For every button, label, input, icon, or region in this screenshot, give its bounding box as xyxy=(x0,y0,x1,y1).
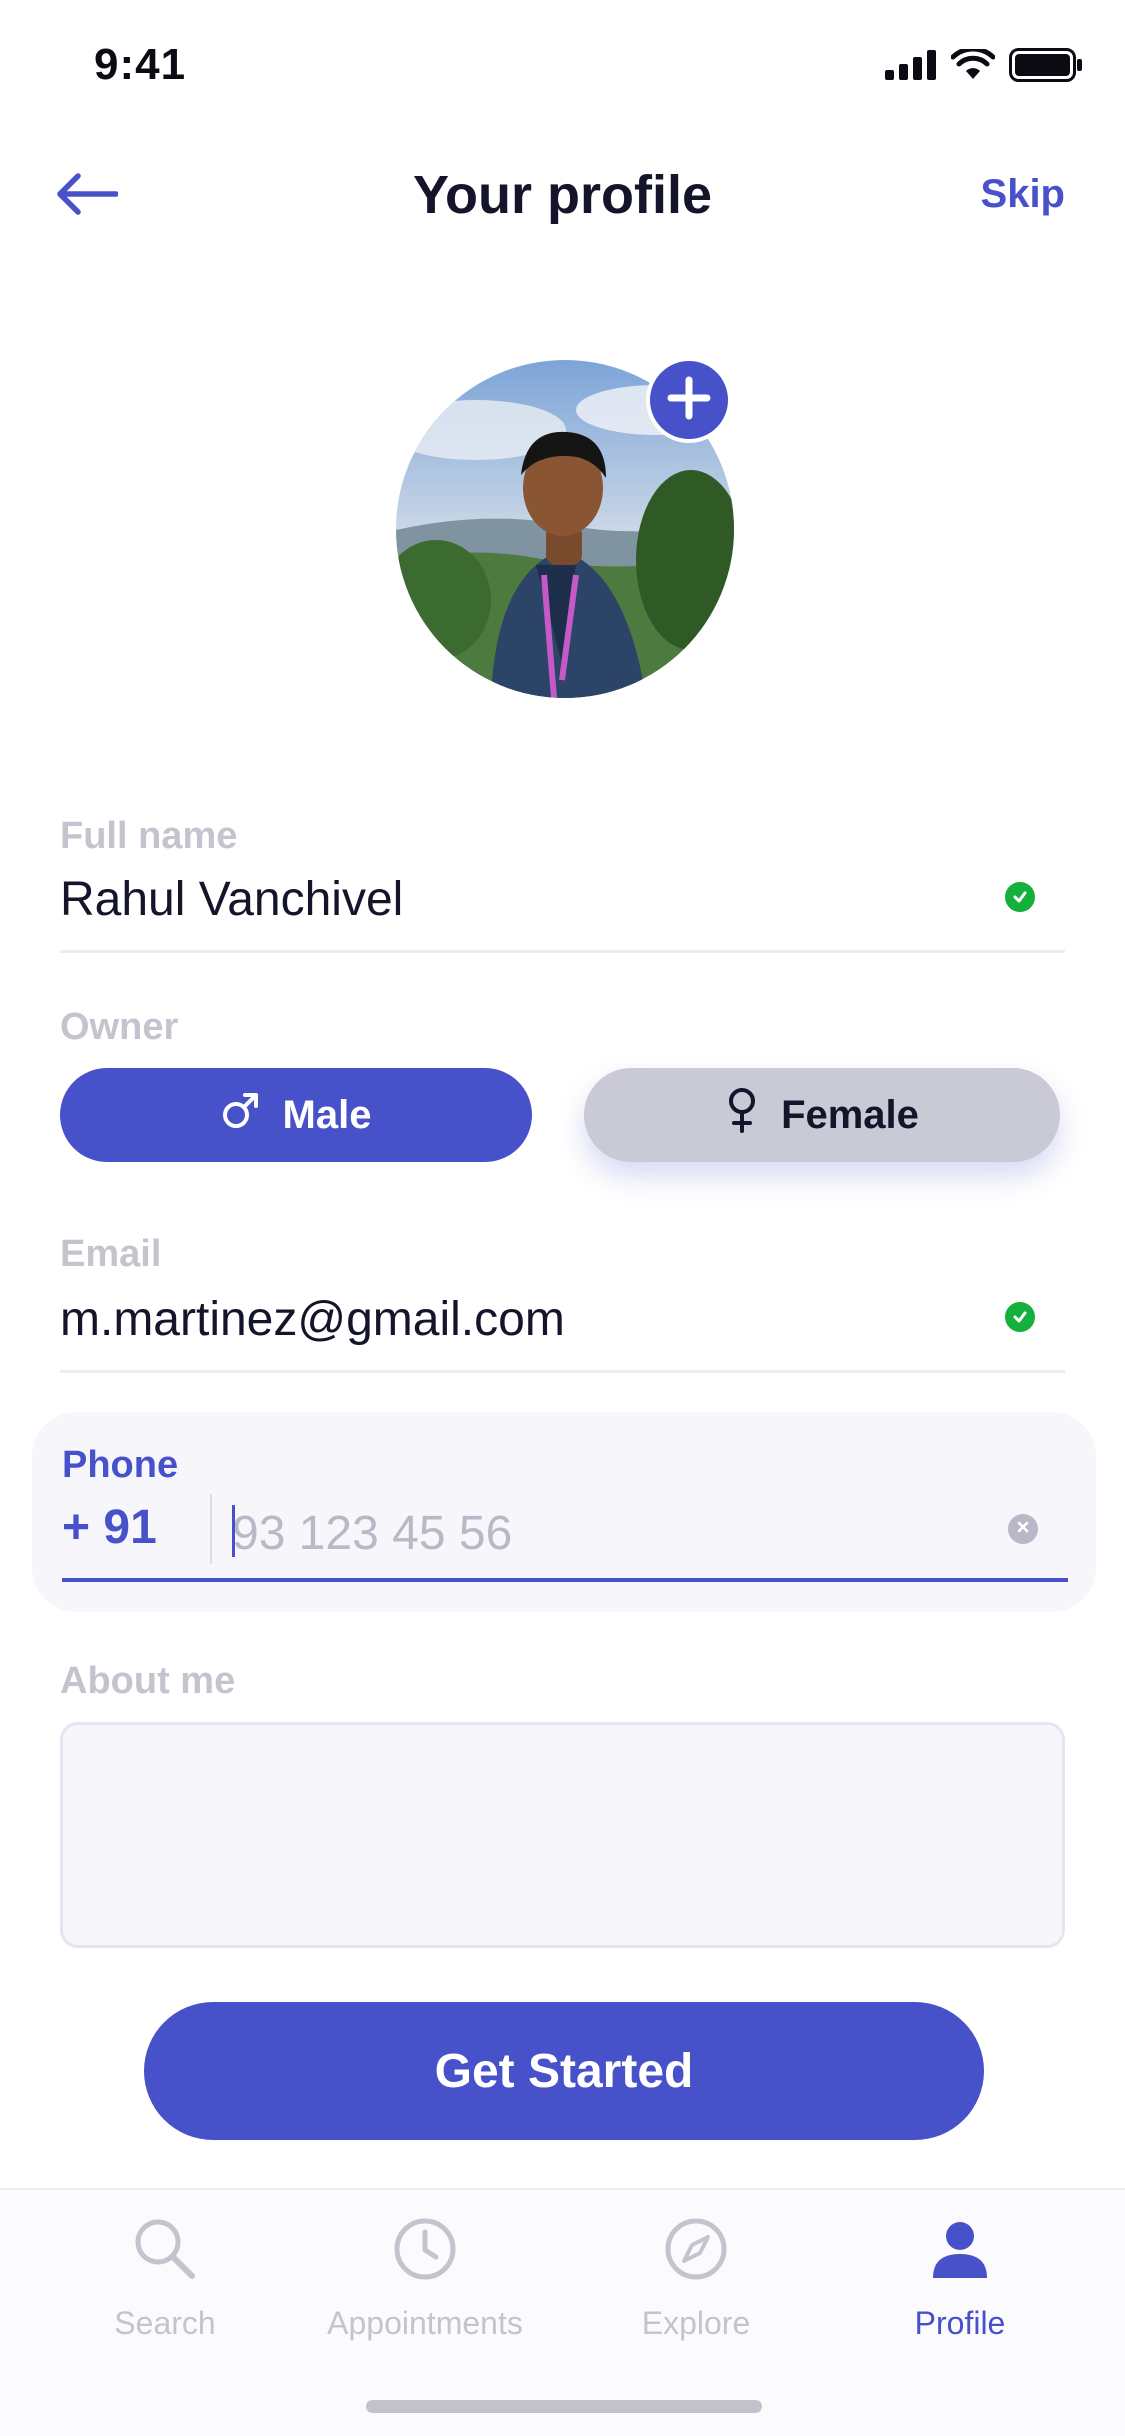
tab-appointments-label: Appointments xyxy=(327,2305,523,2341)
tab-explore-label: Explore xyxy=(641,2305,751,2341)
plus-icon xyxy=(667,376,711,425)
clock-icon xyxy=(390,2214,460,2289)
home-indicator xyxy=(366,2400,762,2413)
country-code-selector[interactable]: + 91 xyxy=(62,1500,157,1555)
wifi-icon xyxy=(950,46,996,86)
battery-icon xyxy=(1009,48,1083,87)
back-button[interactable] xyxy=(54,166,124,226)
header: Your profile Skip xyxy=(0,150,1125,240)
tab-bar: Search Appointments Explore Profile xyxy=(0,2188,1125,2436)
page-title: Your profile xyxy=(412,165,712,225)
close-icon xyxy=(1016,1520,1030,1539)
user-icon xyxy=(925,2214,995,2289)
email-label: Email xyxy=(60,1233,162,1275)
full-name-field[interactable]: Rahul Vanchivel xyxy=(60,872,403,927)
phone-divider xyxy=(210,1494,212,1564)
about-me-label: About me xyxy=(60,1660,236,1702)
phone-input[interactable] xyxy=(232,1498,992,1568)
owner-label: Owner xyxy=(60,1006,179,1048)
search-icon xyxy=(130,2214,200,2289)
skip-button[interactable]: Skip xyxy=(981,172,1065,217)
status-bar: 9:41 xyxy=(0,0,1125,132)
add-photo-button[interactable] xyxy=(646,357,732,443)
tab-appointments[interactable]: Appointments xyxy=(305,2214,545,2342)
email-underline xyxy=(60,1370,1065,1373)
text-cursor xyxy=(232,1505,235,1557)
full-name-underline xyxy=(60,950,1065,953)
full-name-label: Full name xyxy=(60,815,238,857)
male-icon xyxy=(221,1090,261,1140)
compass-icon xyxy=(661,2214,731,2289)
gender-male-button[interactable]: Male xyxy=(60,1068,532,1162)
get-started-button[interactable]: Get Started xyxy=(144,2002,984,2140)
gender-female-label: Female xyxy=(781,1092,919,1137)
tab-search-label: Search xyxy=(114,2305,216,2341)
female-icon xyxy=(725,1087,759,1143)
status-icons xyxy=(885,46,1083,87)
check-icon xyxy=(1005,1302,1035,1332)
tab-explore[interactable]: Explore xyxy=(576,2214,816,2342)
gender-female-button[interactable]: Female xyxy=(584,1068,1060,1162)
gender-male-label: Male xyxy=(282,1092,372,1137)
tab-profile-label: Profile xyxy=(914,2305,1006,2341)
email-field[interactable]: m.martinez@gmail.com xyxy=(60,1292,565,1347)
about-me-textarea[interactable] xyxy=(60,1722,1065,1948)
check-icon xyxy=(1005,882,1035,912)
cellular-signal-icon xyxy=(885,50,937,85)
tab-profile[interactable]: Profile xyxy=(840,2214,1080,2342)
status-time: 9:41 xyxy=(94,40,187,89)
arrow-left-icon xyxy=(54,172,119,221)
phone-label: Phone xyxy=(62,1444,179,1486)
clear-input-button[interactable] xyxy=(1008,1514,1038,1544)
tab-search[interactable]: Search xyxy=(45,2214,285,2342)
phone-underline xyxy=(62,1578,1068,1582)
